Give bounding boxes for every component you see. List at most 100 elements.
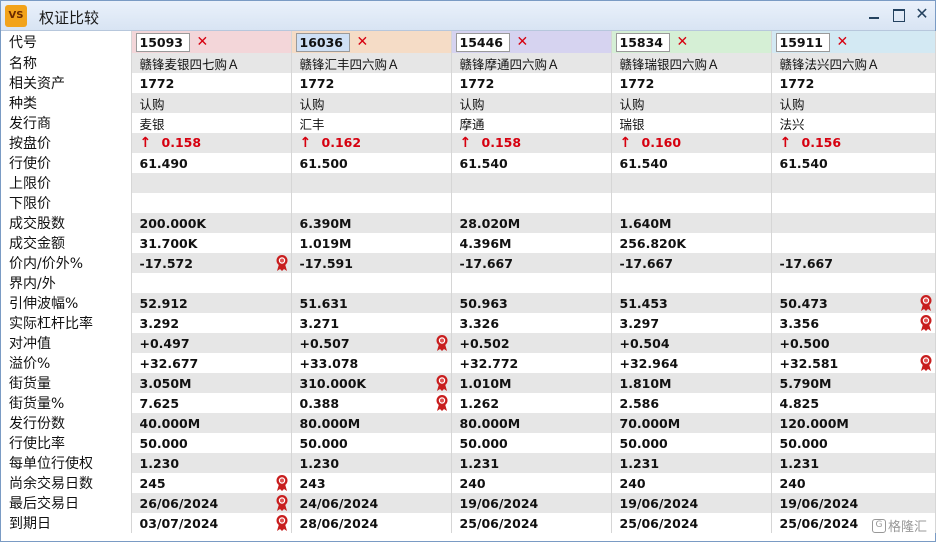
cell-volume: 28.020M: [451, 213, 612, 233]
cell-value: 1.231: [779, 455, 820, 471]
cell-value: 1.019M: [299, 235, 352, 251]
remove-warrant-icon[interactable]: ✕: [197, 34, 209, 50]
close-icon[interactable]: ✕: [915, 6, 929, 22]
cell-outstanding: 3.050M: [131, 373, 292, 393]
warrant-code-input[interactable]: 15911: [775, 32, 830, 52]
cell-turnover: 31.700K: [131, 233, 292, 253]
warrant-code-input[interactable]: 15093: [135, 32, 190, 52]
comparison-table: 代号 15093 ✕ 16036 ✕ 15446 ✕ 15834 ✕ 15911 ✕ 名称 赣锋麦银四七…: [1, 31, 936, 533]
cell-outstanding: 310.000K: [291, 373, 452, 393]
cell-value: 7.625: [139, 395, 180, 411]
row-bid: 按盘价 ↑ 0.158 ↑ 0.162 ↑ 0.158 ↑ 0.160 ↑ 0.156: [1, 133, 936, 153]
price-up-arrow-icon: ↑: [459, 135, 472, 151]
cell-issued: 120.000M: [771, 413, 936, 433]
cell-value: 61.500: [299, 155, 348, 171]
row-turnover: 成交金额 31.700K 1.019M 4.396M 256.820K: [1, 233, 936, 253]
cell-value: 50.473: [779, 295, 828, 311]
row-strike: 行使价 61.490 61.500 61.540 61.540 61.540: [1, 153, 936, 173]
warrant-code-input[interactable]: 15834: [615, 32, 670, 52]
cell-issued: 80.000M: [451, 413, 612, 433]
cell-expiry: 03/07/2024: [131, 513, 292, 533]
cell-value: 3.292: [139, 315, 180, 331]
cell-value: 40.000M: [139, 415, 201, 431]
row-per-unit: 每单位行使权 1.230 1.230 1.231 1.231 1.231: [1, 453, 936, 473]
cell-asset: 1772: [451, 73, 612, 93]
warrant-header-0: 15093 ✕: [131, 31, 292, 53]
bid-price-value: 0.156: [801, 135, 842, 150]
row-label-moneyness: 价内/价外%: [1, 253, 132, 273]
cell-value: +0.507: [299, 335, 350, 351]
best-value-ribbon-icon: [275, 494, 289, 512]
row-name: 名称 赣锋麦银四七购Ａ 赣锋汇丰四六购Ａ 赣锋摩通四六购Ａ 赣锋瑞银四六购Ａ 赣锋法兴四六…: [1, 53, 936, 73]
cell-outstanding: 5.790M: [771, 373, 936, 393]
remove-warrant-icon[interactable]: ✕: [837, 34, 849, 50]
row-label-type: 种类: [1, 93, 132, 113]
title-bar: VS 权证比较 ✕: [1, 1, 935, 31]
row-label-delta: 对冲值: [1, 333, 132, 353]
row-label-volume: 成交股数: [1, 213, 132, 233]
cell-value: 6.390M: [299, 215, 352, 231]
bid-price-value: 0.158: [161, 135, 202, 150]
best-value-ribbon-icon: [919, 354, 933, 372]
row-label-upper: 上限价: [1, 173, 132, 193]
remove-warrant-icon[interactable]: ✕: [677, 34, 689, 50]
cell-inout: [291, 273, 452, 293]
cell-value: 19/06/2024: [619, 495, 699, 511]
cell-value: 1772: [779, 75, 815, 91]
cell-value: 200.000K: [139, 215, 207, 231]
cell-value: 28/06/2024: [299, 515, 379, 531]
cell-value: 1.010M: [459, 375, 512, 391]
remove-warrant-icon[interactable]: ✕: [517, 34, 529, 50]
cell-gearing: 3.271: [291, 313, 452, 333]
cell-value: 50.000: [779, 435, 828, 451]
cell-value: +0.500: [779, 335, 830, 351]
bid-price-value: 0.158: [481, 135, 522, 150]
watermark-text: 格隆汇: [887, 520, 927, 535]
cell-value: 50.000: [139, 435, 188, 451]
cell-type: 认购: [291, 93, 452, 113]
cell-delta: +0.500: [771, 333, 936, 353]
row-label-asset: 相关资产: [1, 73, 132, 93]
cell-value: -17.572: [139, 255, 193, 271]
cell-value: +32.581: [779, 355, 839, 371]
cell-value: 5.790M: [779, 375, 832, 391]
cell-issuer: 摩通: [451, 113, 612, 133]
cell-value: 256.820K: [619, 235, 687, 251]
minimize-icon[interactable]: [867, 7, 881, 21]
cell-strike: 61.500: [291, 153, 452, 173]
row-inout: 界内/外: [1, 273, 936, 293]
warrant-code-input[interactable]: 15446: [455, 32, 510, 52]
cell-iv: 52.912: [131, 293, 292, 313]
row-ratio: 行使比率 50.000 50.000 50.000 50.000 50.000: [1, 433, 936, 453]
bid-price-value: 0.160: [641, 135, 682, 150]
cell-bid: ↑ 0.160: [611, 133, 772, 153]
row-delta: 对冲值 +0.497 +0.507 +0.502 +0.504 +0.500: [1, 333, 936, 353]
warrant-code-input[interactable]: 16036: [295, 32, 350, 52]
cell-bid: ↑ 0.158: [451, 133, 612, 153]
cell-value: 25/06/2024: [459, 515, 539, 531]
cell-inout: [451, 273, 612, 293]
row-label-per-unit: 每单位行使权: [1, 453, 132, 473]
cell-moneyness: -17.667: [771, 253, 936, 273]
cell-value: 1.231: [619, 455, 660, 471]
remove-warrant-icon[interactable]: ✕: [357, 34, 369, 50]
window-controls: ✕: [867, 6, 929, 22]
row-code: 代号 15093 ✕ 16036 ✕ 15446 ✕ 15834 ✕ 15911 ✕: [1, 31, 936, 53]
cell-value: 243: [299, 475, 326, 491]
cell-per-unit: 1.231: [611, 453, 772, 473]
row-label-bid: 按盘价: [1, 133, 132, 153]
cell-value: 1772: [619, 75, 655, 91]
cell-value: +33.078: [299, 355, 359, 371]
cell-value: 0.388: [299, 395, 340, 411]
row-asset: 相关资产 1772 1772 1772 1772 1772: [1, 73, 936, 93]
cell-days: 240: [451, 473, 612, 493]
cell-lower: [131, 193, 292, 213]
cell-iv: 51.631: [291, 293, 452, 313]
row-moneyness: 价内/价外% -17.572 -17.591 -17.667 -17.667 -17.66…: [1, 253, 936, 273]
maximize-icon[interactable]: [891, 7, 905, 22]
row-upper: 上限价: [1, 173, 936, 193]
cell-issuer: 汇丰: [291, 113, 452, 133]
cell-value: -17.667: [619, 255, 673, 271]
row-label-issuer: 发行商: [1, 113, 132, 133]
cell-value: 3.356: [779, 315, 820, 331]
